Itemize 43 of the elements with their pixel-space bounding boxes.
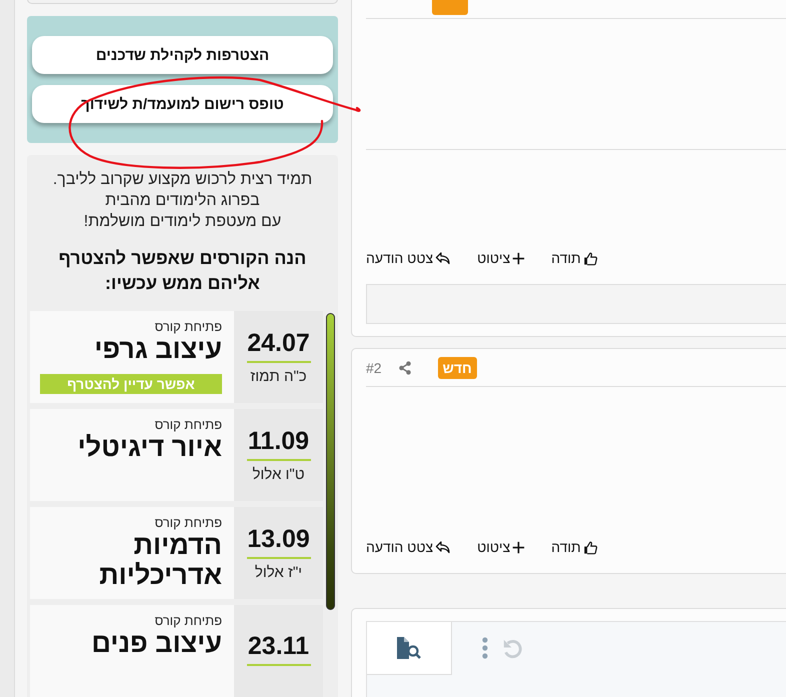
share-icon[interactable]	[398, 361, 412, 375]
action-link[interactable]: תודה	[551, 250, 598, 266]
hebrew-date: כ"ה תמוז	[250, 368, 307, 385]
document-search-icon	[396, 636, 422, 658]
action-link[interactable]: ציטוט	[477, 539, 526, 555]
post-number[interactable]: #2	[366, 360, 382, 376]
badge: חדש	[438, 357, 477, 379]
plus-icon	[512, 252, 526, 264]
thumbs-up-icon	[582, 540, 598, 554]
course-date: 23.11	[248, 632, 310, 660]
promo-text: עם מעטפת לימודים מושלמת!	[82, 212, 282, 232]
status-tag: אפשר עדיין להצטרף	[40, 374, 222, 394]
course-date: 24.07	[247, 329, 310, 358]
reply-icon	[435, 250, 452, 266]
preview-tab[interactable]	[367, 622, 452, 674]
course-title: עיצוב פנים	[91, 628, 222, 658]
course-date: 11.09	[248, 427, 310, 456]
reply-field[interactable]	[366, 284, 786, 324]
course-label: פתיחת קורס	[154, 319, 222, 334]
hebrew-date: י"ז אלול	[254, 564, 302, 581]
link-button[interactable]: הצטרפות לקהילת שדכנים	[32, 36, 333, 74]
promo-heading: אליהם ממש עכשיו:	[104, 272, 261, 295]
action-link[interactable]: צטט הודעה	[366, 539, 452, 555]
promo-text: תמיד רצית לרכוש מקצוע שקרוב לליבך.	[52, 170, 314, 190]
course-label: פתיחת קורס	[154, 515, 222, 530]
action-link[interactable]: תודה	[551, 539, 598, 555]
scrollbar-thumb[interactable]	[326, 313, 335, 610]
course-title: עיצוב גרפי	[94, 334, 222, 364]
action-link[interactable]: צטט הודעה	[366, 250, 452, 266]
hebrew-date: ט"ו אלול	[252, 466, 305, 483]
thumbs-up-icon	[582, 250, 598, 266]
action-link[interactable]: ציטוט	[477, 250, 526, 266]
more-icon[interactable]	[482, 637, 488, 659]
course-date: 13.09	[247, 525, 310, 554]
promo-heading: הנה הקורסים שאפשר להצטרף	[58, 247, 308, 270]
reply-icon	[435, 539, 452, 555]
course-label: פתיחת קורס	[154, 613, 222, 628]
promo-text: בפרוג הלימודים מהבית	[104, 191, 261, 211]
course-title: איור דיגיטלי	[78, 432, 222, 462]
plus-icon	[512, 540, 526, 554]
course-label: פתיחת קורס	[154, 417, 222, 432]
link-button[interactable]: טופס רישום למועמד/ת לשידוך	[32, 85, 333, 123]
course-title: הדמיות אדריכליות	[98, 530, 222, 590]
